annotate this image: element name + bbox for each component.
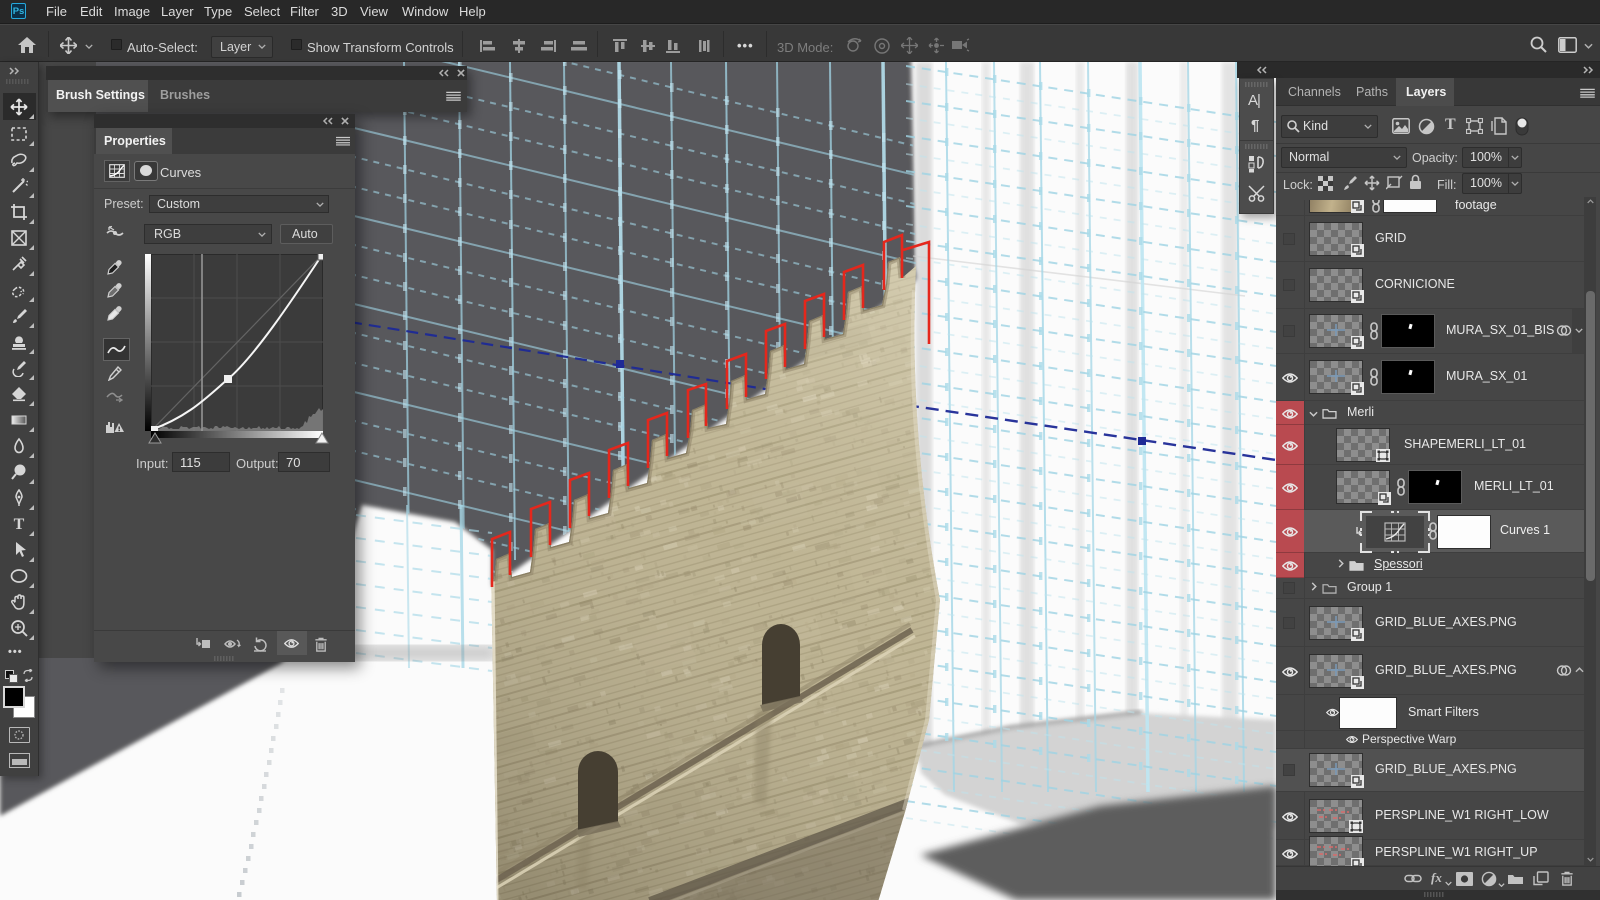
svg-text:T: T xyxy=(14,516,25,533)
